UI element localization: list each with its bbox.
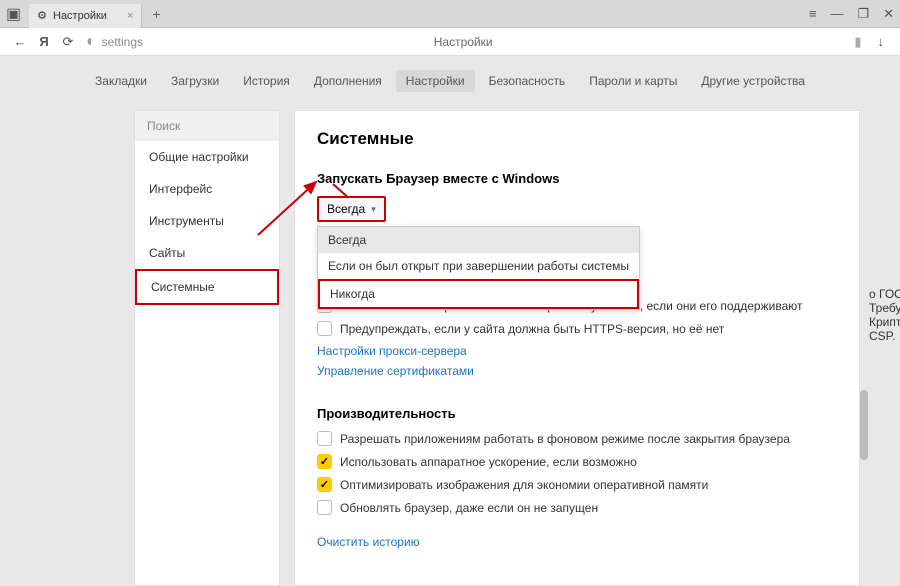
gost-text-tail: о ГОСТ. Требуется КриптоПро CSP. [869, 287, 900, 343]
dropdown-option-always[interactable]: Всегда [318, 227, 639, 253]
proxy-settings-link[interactable]: Настройки прокси-сервера [317, 344, 837, 358]
sidebar-item-tools[interactable]: Инструменты [135, 205, 279, 237]
globe-icon: ◐ [86, 33, 96, 51]
address-bar[interactable]: ◐ settings Настройки [86, 31, 840, 53]
nav-devices[interactable]: Другие устройства [691, 70, 815, 92]
sidebar-item-system[interactable]: Системные [135, 269, 279, 305]
setting-label: Использовать аппаратное ускорение, если … [340, 455, 637, 469]
chevron-down-icon: ▾ [371, 204, 376, 215]
window-titlebar: ▣ ⚙ Настройки × + ≡ — ❐ ✕ [0, 0, 900, 28]
nav-downloads[interactable]: Загрузки [161, 70, 229, 92]
url-text: settings [102, 35, 143, 49]
setting-hw-accel[interactable]: Использовать аппаратное ускорение, если … [317, 454, 837, 469]
setting-https-warn[interactable]: Предупреждать, если у сайта должна быть … [317, 321, 837, 336]
checkbox-unchecked[interactable] [317, 431, 332, 446]
nav-passwords[interactable]: Пароли и карты [579, 70, 687, 92]
bookmark-icon[interactable]: ▮ [854, 34, 861, 50]
close-window-icon[interactable]: ✕ [883, 6, 894, 22]
sidebar-item-interface[interactable]: Интерфейс [135, 173, 279, 205]
startup-select-value: Всегда [327, 202, 365, 216]
sidebar-search[interactable]: Поиск [135, 111, 279, 141]
tab-title: Настройки [53, 10, 107, 22]
dropdown-option-if-open[interactable]: Если он был открыт при завершении работы… [318, 253, 639, 279]
cert-settings-link[interactable]: Управление сертификатами [317, 364, 837, 378]
menu-icon[interactable]: ≡ [809, 6, 817, 21]
scrollbar-thumb[interactable] [860, 390, 868, 460]
page-heading: Системные [317, 129, 837, 149]
startup-heading: Запускать Браузер вместе с Windows [317, 171, 837, 186]
sidebar-item-general[interactable]: Общие настройки [135, 141, 279, 173]
checkbox-unchecked[interactable] [317, 321, 332, 336]
gear-icon: ⚙ [37, 9, 47, 22]
yandex-home-button[interactable]: Я [32, 34, 56, 49]
reload-button[interactable]: ⟳ [56, 34, 80, 50]
checkbox-checked[interactable] [317, 454, 332, 469]
checkbox-checked[interactable] [317, 477, 332, 492]
startup-select[interactable]: Всегда ▾ [317, 196, 386, 222]
setting-label: Оптимизировать изображения для экономии … [340, 478, 708, 492]
browser-toolbar: ← Я ⟳ ◐ settings Настройки ▮ ↓ [0, 28, 900, 56]
browser-tab[interactable]: ⚙ Настройки × [29, 4, 142, 28]
maximize-icon[interactable]: ❐ [857, 6, 869, 22]
tab-close-icon[interactable]: × [127, 10, 133, 22]
clear-history-link[interactable]: Очистить историю [317, 535, 837, 549]
dropdown-option-never[interactable]: Никогда [318, 279, 639, 309]
performance-heading: Производительность [317, 406, 837, 421]
startup-dropdown: Всегда Если он был открыт при завершении… [317, 226, 640, 310]
setting-update-bg[interactable]: Обновлять браузер, даже если он не запущ… [317, 500, 837, 515]
nav-addons[interactable]: Дополнения [304, 70, 392, 92]
nav-bookmarks[interactable]: Закладки [85, 70, 157, 92]
sidebar-toggle-icon[interactable]: ▣ [6, 4, 21, 24]
new-tab-button[interactable]: + [142, 6, 170, 22]
setting-optimize-images[interactable]: Оптимизировать изображения для экономии … [317, 477, 837, 492]
back-button[interactable]: ← [8, 34, 32, 49]
setting-label: Разрешать приложениям работать в фоновом… [340, 432, 790, 446]
setting-bg-apps[interactable]: Разрешать приложениям работать в фоновом… [317, 431, 837, 446]
checkbox-unchecked[interactable] [317, 500, 332, 515]
top-navigation: Закладки Загрузки История Дополнения Нас… [0, 70, 900, 92]
settings-main-panel: Системные Запускать Браузер вместе с Win… [294, 110, 860, 586]
nav-settings[interactable]: Настройки [396, 70, 475, 92]
sidebar-item-sites[interactable]: Сайты [135, 237, 279, 269]
settings-content: Закладки Загрузки История Дополнения Нас… [0, 56, 900, 586]
download-icon[interactable]: ↓ [878, 34, 885, 49]
setting-label: Обновлять браузер, даже если он не запущ… [340, 501, 598, 515]
setting-label: Предупреждать, если у сайта должна быть … [340, 322, 724, 336]
settings-sidebar: Поиск Общие настройки Интерфейс Инструме… [134, 110, 280, 586]
minimize-icon[interactable]: — [830, 6, 843, 21]
nav-history[interactable]: История [233, 70, 300, 92]
nav-security[interactable]: Безопасность [479, 70, 576, 92]
page-title-center: Настройки [434, 35, 493, 49]
